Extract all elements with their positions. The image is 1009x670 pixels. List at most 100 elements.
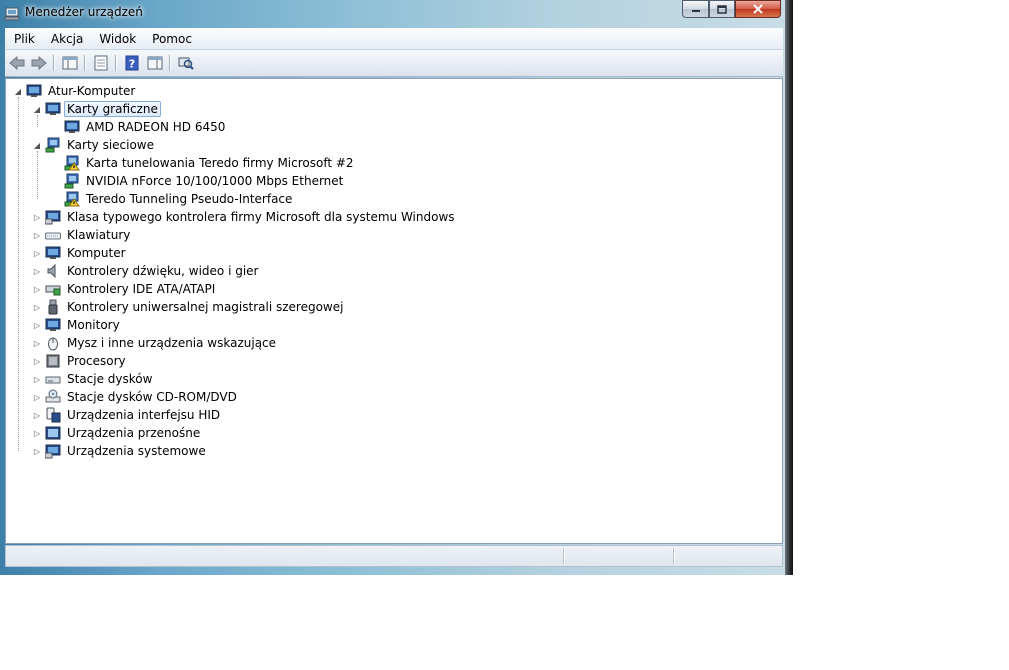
tree-node-label: Stacje dysków CD-ROM/DVD (67, 390, 237, 404)
collapsed-arrow-icon[interactable]: ▷ (32, 424, 42, 442)
root-computer-icon (26, 84, 42, 97)
tree-category[interactable]: ▷ Urządzenia interfejsu HID (32, 406, 223, 424)
tree-node-label: Klawiatury (67, 228, 131, 242)
collapsed-arrow-icon[interactable]: ▷ (32, 388, 42, 406)
tree-category[interactable]: ▷ Klawiatury (32, 226, 133, 244)
keyboard-icon (45, 232, 61, 240)
processor-icon (46, 354, 60, 368)
title-bar[interactable]: Menedżer urządzeń (0, 0, 793, 26)
tree-device[interactable]: Teredo Tunneling Pseudo-Interface (51, 190, 295, 208)
help-button[interactable]: ? (123, 54, 141, 72)
collapsed-arrow-icon[interactable]: ▷ (32, 208, 42, 226)
svg-text:?: ? (129, 58, 135, 71)
tree-category[interactable]: ▷ Kontrolery dźwięku, wideo i gier (32, 262, 261, 280)
toolbar: ? (5, 50, 783, 77)
tree-connector (18, 97, 19, 451)
tree-node-label: NVIDIA nForce 10/100/1000 Mbps Ethernet (86, 174, 344, 188)
tree-node-label: Karty graficzne (64, 101, 161, 117)
menu-widok[interactable]: Widok (92, 32, 143, 46)
tree-category[interactable]: ◢ Karty sieciowe (32, 136, 157, 154)
tree-category[interactable]: ▷ Mysz i inne urządzenia wskazujące (32, 334, 279, 352)
toolbar-separator (169, 55, 171, 71)
toolbar-separator (84, 55, 86, 71)
display-adapter-icon (64, 120, 80, 133)
tree-category[interactable]: ▷ Procesory (32, 352, 129, 370)
network-adapter-icon (64, 191, 80, 207)
close-icon (753, 4, 763, 14)
collapsed-arrow-icon[interactable]: ▷ (32, 244, 42, 262)
collapsed-arrow-icon[interactable]: ▷ (32, 262, 42, 280)
collapsed-arrow-icon[interactable]: ▷ (32, 370, 42, 388)
monitor-icon (45, 318, 61, 331)
scan-hardware-button[interactable] (177, 54, 195, 72)
status-divider (673, 548, 675, 564)
collapsed-arrow-icon[interactable]: ▷ (32, 226, 42, 244)
menu-plik[interactable]: Plik (7, 32, 42, 46)
tree-node-label: Kontrolery uniwersalnej magistrali szere… (67, 300, 344, 314)
tree-node-label: Karta tunelowania Teredo firmy Microsoft… (86, 156, 354, 170)
tree-node-label: Stacje dysków (67, 372, 153, 386)
tree-category[interactable]: ◢ Karty graficzne (32, 100, 161, 118)
properties-button[interactable] (92, 54, 110, 72)
tree-node-label: Teredo Tunneling Pseudo-Interface (86, 192, 293, 206)
help-icon: ? (125, 55, 139, 71)
forward-icon (31, 56, 47, 70)
device-manager-icon (4, 7, 20, 21)
tree-category[interactable]: ▷ Klasa typowego kontrolera firmy Microso… (32, 208, 458, 226)
speaker-icon (47, 263, 56, 279)
network-adapter-icon (45, 137, 60, 153)
tree-category[interactable]: ▷ Stacje dysków (32, 370, 155, 388)
usb-icon (48, 299, 58, 315)
forward-button[interactable] (30, 54, 48, 72)
tree-node-label: AMD RADEON HD 6450 (86, 120, 226, 134)
collapsed-arrow-icon[interactable]: ▷ (32, 280, 42, 298)
window-controls (682, 0, 781, 19)
tree-category[interactable]: ▷ Kontrolery IDE ATA/ATAPI (32, 280, 218, 298)
collapsed-arrow-icon[interactable]: ▷ (32, 352, 42, 370)
menu-akcja[interactable]: Akcja (44, 32, 90, 46)
network-adapter-icon (64, 155, 80, 171)
tree-category[interactable]: ▷ Urządzenia systemowe (32, 442, 209, 460)
tree-category[interactable]: ▷ Monitory (32, 316, 123, 334)
tree-node-label: Urządzenia przenośne (67, 426, 201, 440)
show-hide-console-tree-button[interactable] (61, 54, 79, 72)
collapsed-arrow-icon[interactable]: ▷ (32, 406, 42, 424)
tree-device[interactable]: Karta tunelowania Teredo firmy Microsoft… (51, 154, 357, 172)
tree-connector (37, 151, 38, 199)
disk-drive-icon (45, 376, 61, 384)
action-pane-button[interactable] (146, 54, 164, 72)
tree-node-label: Urządzenia interfejsu HID (67, 408, 221, 422)
toolbar-separator (115, 55, 117, 71)
tree-device[interactable]: AMD RADEON HD 6450 (51, 118, 228, 136)
tree-node-label: Monitory (67, 318, 120, 332)
status-divider (563, 548, 565, 564)
tree-root-computer[interactable]: ◢ Atur-Komputer (13, 82, 138, 100)
tree-node-label: Klasa typowego kontrolera firmy Microsof… (67, 210, 455, 224)
tree-category[interactable]: ▷ Komputer (32, 244, 129, 262)
status-bar (5, 545, 783, 567)
tree-node-label: Komputer (67, 246, 126, 260)
hid-icon (46, 407, 61, 423)
device-tree[interactable]: ◢ Atur-Komputer ◢ Karty graficzne AMD RADEON… (5, 78, 783, 544)
network-adapter-icon (64, 173, 79, 189)
tree-device[interactable]: NVIDIA nForce 10/100/1000 Mbps Ethernet (51, 172, 346, 190)
tree-category[interactable]: ▷ Urządzenia przenośne (32, 424, 203, 442)
collapsed-arrow-icon[interactable]: ▷ (32, 298, 42, 316)
maximize-button[interactable] (709, 0, 735, 18)
tree-category[interactable]: ▷ Kontrolery uniwersalnej magistrali szer… (32, 298, 346, 316)
collapsed-arrow-icon[interactable]: ▷ (32, 442, 42, 460)
back-button[interactable] (8, 54, 26, 72)
menu-pomoc[interactable]: Pomoc (145, 32, 199, 46)
scan-hardware-icon (178, 57, 194, 70)
close-button[interactable] (735, 0, 781, 18)
minimize-icon (691, 10, 700, 12)
collapsed-arrow-icon[interactable]: ▷ (32, 334, 42, 352)
tree-category[interactable]: ▷ Stacje dysków CD-ROM/DVD (32, 388, 240, 406)
collapsed-arrow-icon[interactable]: ▷ (32, 316, 42, 334)
minimize-button[interactable] (682, 0, 709, 18)
device-manager-window: Menedżer urządzeń Plik Akcja Widok Pomoc (0, 0, 793, 575)
console-tree-icon (62, 56, 78, 70)
